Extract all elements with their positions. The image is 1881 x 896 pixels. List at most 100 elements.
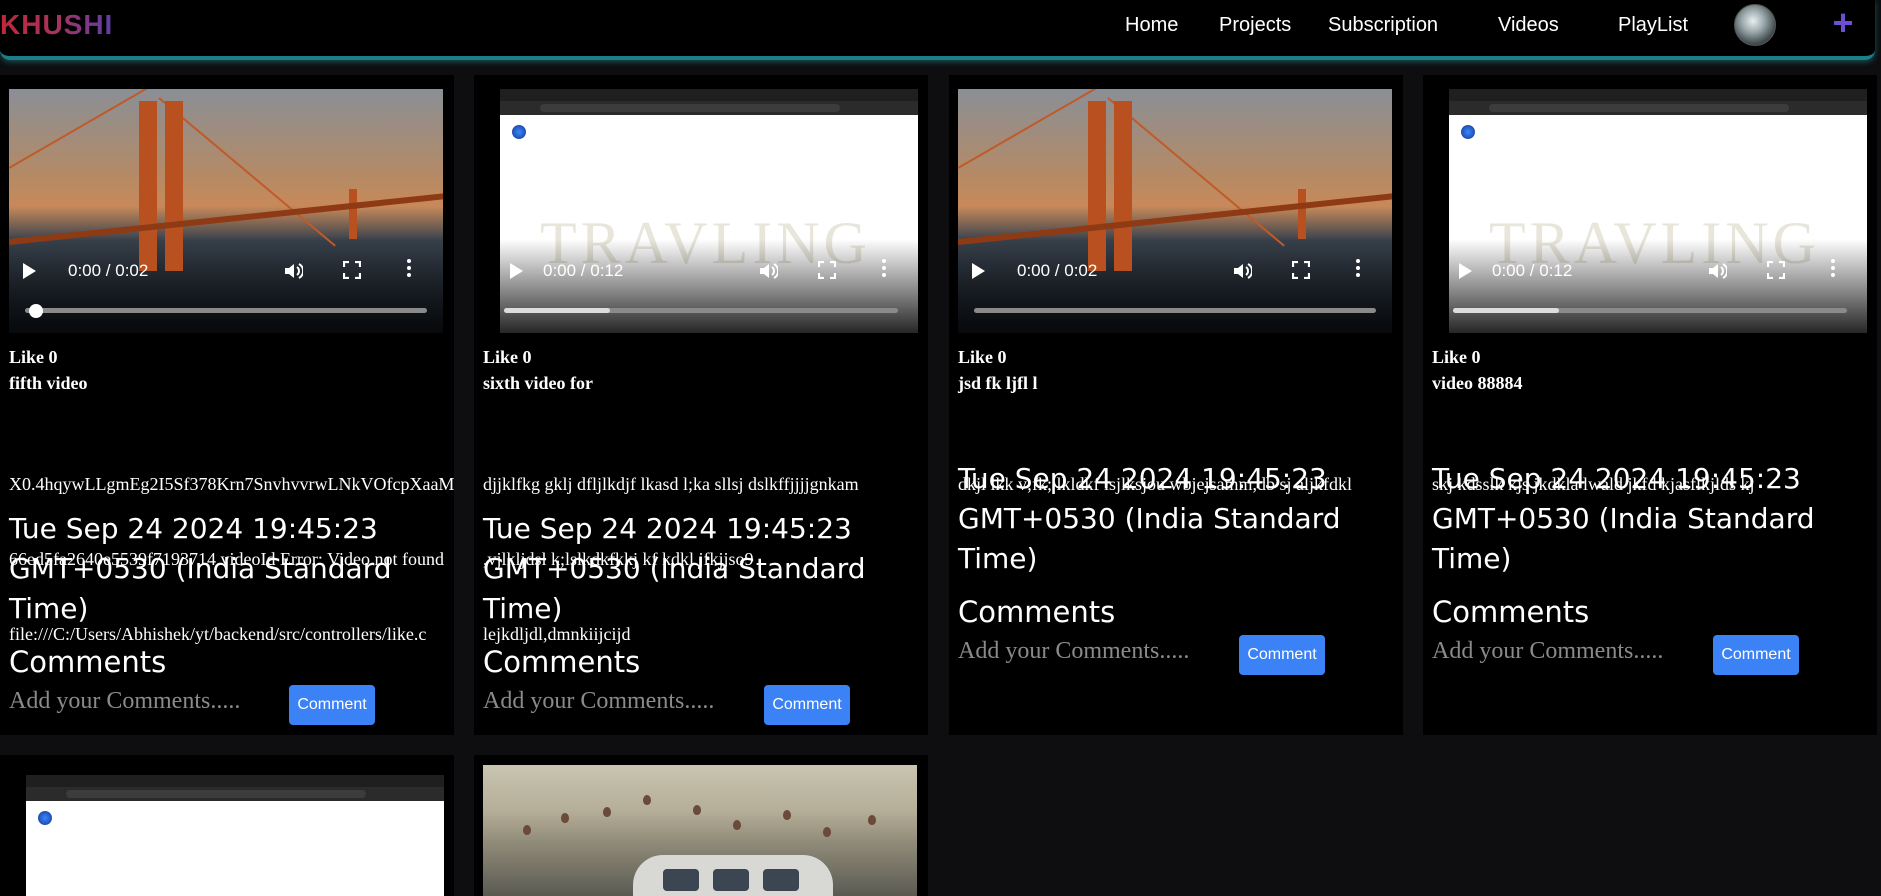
fullscreen-icon[interactable]: [1292, 261, 1310, 279]
site-logo-icon: [38, 811, 52, 825]
comments-heading: Comments: [1432, 595, 1590, 629]
bridge-tower: [139, 101, 157, 271]
controls-gradient: [1449, 239, 1867, 333]
more-vertical-icon[interactable]: [882, 259, 886, 279]
comments-heading: Comments: [958, 595, 1116, 629]
date-line: Tue Sep 24 2024 19:45:23: [958, 462, 1327, 495]
browser-tabbar: [500, 89, 918, 101]
fullscreen-icon[interactable]: [818, 261, 836, 279]
date-line: GMT+0530 (India Standard: [9, 552, 392, 585]
like-count[interactable]: Like 0: [958, 347, 1007, 368]
date-line: Time): [958, 542, 1038, 575]
video-progress-fill: [504, 308, 611, 313]
video-date: Tue Sep 24 2024 19:45:23 GMT+0530 (India…: [1432, 459, 1815, 579]
more-vertical-icon[interactable]: [1356, 259, 1360, 279]
balloon-shape: [643, 795, 651, 805]
video-progress-bar[interactable]: [1453, 308, 1847, 313]
navbar: KHUSHI Home Projects Subscription Videos…: [0, 0, 1875, 60]
nav-subscription[interactable]: Subscription: [1328, 14, 1438, 37]
video-card-6: [474, 755, 928, 896]
video-title: video 88884: [1432, 373, 1523, 393]
date-line: Time): [1432, 542, 1512, 575]
video-player-1[interactable]: 0:00 / 0:02: [9, 89, 443, 333]
video-player-5[interactable]: [26, 775, 444, 896]
description-line: X0.4hqywLLgmEg2I5Sf378Krn7SnvhvvrwLNkVOf…: [9, 474, 454, 494]
like-count[interactable]: Like 0: [483, 347, 532, 368]
video-progress-bar[interactable]: [504, 308, 898, 313]
video-title: jsd fk ljfl l: [958, 373, 1038, 393]
play-icon[interactable]: [972, 263, 985, 279]
balloon-shape: [561, 813, 569, 823]
more-vertical-icon[interactable]: [1831, 259, 1835, 279]
volume-icon[interactable]: [283, 261, 303, 281]
plus-icon[interactable]: +: [1826, 5, 1860, 41]
video-player-3[interactable]: 0:00 / 0:02: [958, 89, 1392, 333]
video-title: fifth video: [9, 373, 88, 393]
date-line: Tue Sep 24 2024 19:45:23: [483, 512, 852, 545]
nav-home[interactable]: Home: [1125, 14, 1178, 37]
video-player-6[interactable]: [483, 765, 917, 896]
comments-heading: Comments: [9, 645, 167, 679]
video-time: 0:00 / 0:02: [1017, 261, 1098, 280]
browser-urlfield: [540, 104, 840, 112]
van-window: [663, 869, 699, 891]
site-logo-icon: [512, 125, 526, 139]
fullscreen-icon[interactable]: [343, 261, 361, 279]
comment-input[interactable]: Add your Comments.....: [483, 688, 714, 715]
volume-icon[interactable]: [758, 261, 778, 281]
video-player-4[interactable]: TRAVLING 0:00 / 0:12: [1449, 89, 1867, 333]
balloon-shape: [868, 815, 876, 825]
volume-icon[interactable]: [1707, 261, 1727, 281]
date-line: GMT+0530 (India Standard: [958, 502, 1341, 535]
van-window: [713, 869, 749, 891]
video-progress-knob[interactable]: [29, 304, 43, 318]
fullscreen-icon[interactable]: [1767, 261, 1785, 279]
balloon-shape: [523, 825, 531, 835]
browser-tabbar: [1449, 89, 1867, 101]
nav-videos[interactable]: Videos: [1498, 14, 1559, 37]
play-icon[interactable]: [23, 263, 36, 279]
browser-tabbar: [26, 775, 444, 787]
video-card-4: TRAVLING 0:00 / 0:12 Like 0 video 88884 …: [1423, 75, 1877, 735]
nav-projects[interactable]: Projects: [1219, 14, 1291, 37]
balloon-shape: [783, 810, 791, 820]
play-icon[interactable]: [510, 263, 523, 279]
date-line: Time): [483, 592, 563, 625]
comment-button[interactable]: Comment: [289, 685, 375, 725]
video-progress-bar[interactable]: [974, 308, 1376, 313]
like-count[interactable]: Like 0: [9, 347, 58, 368]
comment-button[interactable]: Comment: [1713, 635, 1799, 675]
video-progress-bar[interactable]: [25, 308, 427, 313]
comment-button[interactable]: Comment: [764, 685, 850, 725]
bridge-tower: [1298, 189, 1306, 239]
video-card-2: TRAVLING 0:00 / 0:12 Like 0 sixth video …: [474, 75, 928, 735]
browser-urlfield: [1489, 104, 1789, 112]
bridge-cable: [958, 89, 1098, 169]
date-line: GMT+0530 (India Standard: [483, 552, 866, 585]
play-icon[interactable]: [1459, 263, 1472, 279]
nav-playlist[interactable]: PlayList: [1618, 14, 1688, 37]
comment-button[interactable]: Comment: [1239, 635, 1325, 675]
video-time: 0:00 / 0:12: [1492, 261, 1573, 280]
user-avatar[interactable]: [1734, 4, 1776, 46]
comment-input[interactable]: Add your Comments.....: [9, 688, 240, 715]
more-vertical-icon[interactable]: [407, 259, 411, 279]
controls-gradient: [500, 239, 918, 333]
date-line: Tue Sep 24 2024 19:45:23: [1432, 462, 1801, 495]
volume-icon[interactable]: [1232, 261, 1252, 281]
balloon-shape: [823, 827, 831, 837]
date-line: GMT+0530 (India Standard: [1432, 502, 1815, 535]
video-time: 0:00 / 0:02: [68, 261, 149, 280]
site-logo-icon: [1461, 125, 1475, 139]
bridge-deck: [9, 193, 443, 245]
brand-logo[interactable]: KHUSHI: [0, 9, 113, 41]
comments-heading: Comments: [483, 645, 641, 679]
video-card-5: [0, 755, 454, 896]
like-count[interactable]: Like 0: [1432, 347, 1481, 368]
van-window: [763, 869, 799, 891]
comment-input[interactable]: Add your Comments.....: [958, 638, 1189, 665]
video-player-2[interactable]: TRAVLING 0:00 / 0:12: [500, 89, 918, 333]
date-line: Time): [9, 592, 89, 625]
balloon-shape: [603, 807, 611, 817]
comment-input[interactable]: Add your Comments.....: [1432, 638, 1663, 665]
